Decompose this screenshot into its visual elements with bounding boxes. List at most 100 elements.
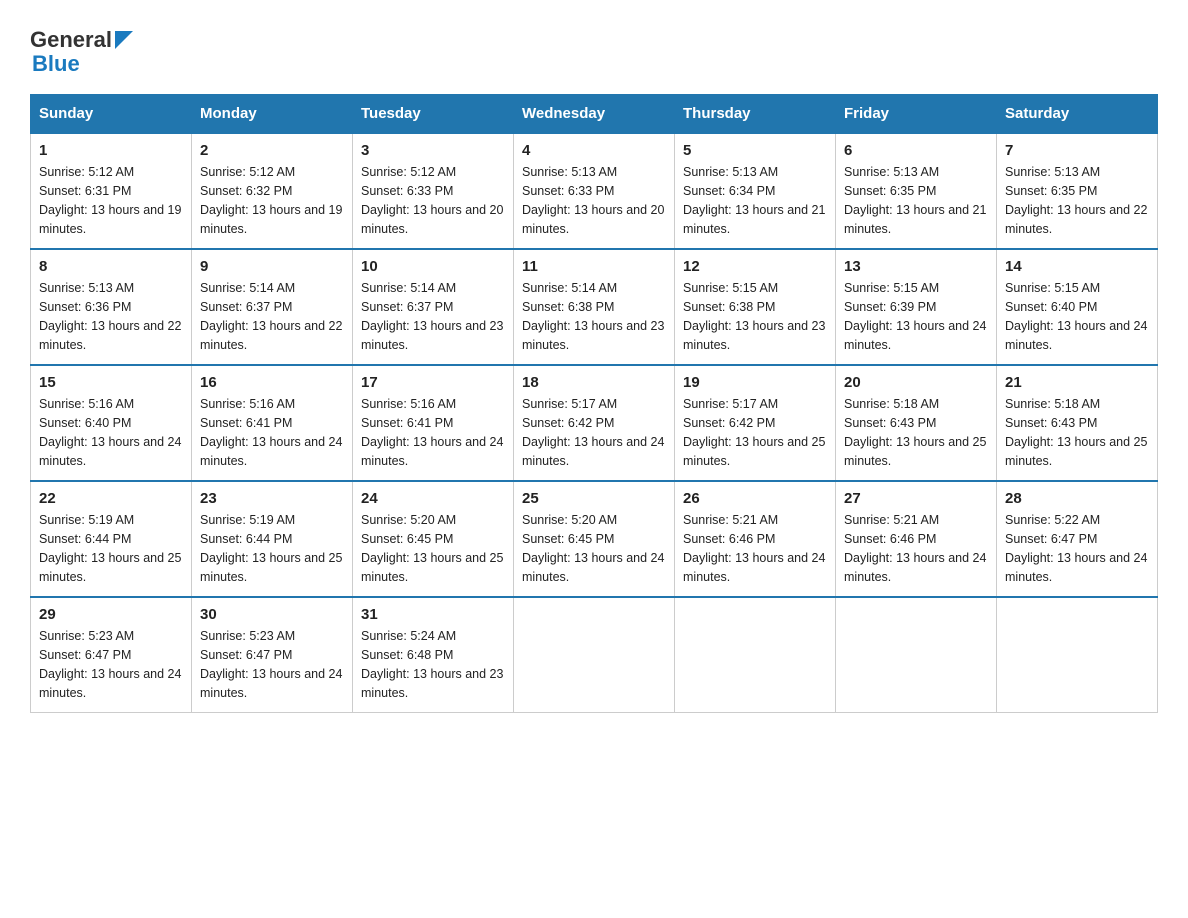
calendar-cell xyxy=(514,597,675,713)
day-info: Sunrise: 5:21 AMSunset: 6:46 PMDaylight:… xyxy=(844,511,988,586)
day-number: 5 xyxy=(683,142,827,159)
day-number: 18 xyxy=(522,374,666,391)
day-number: 10 xyxy=(361,258,505,275)
calendar-cell: 30 Sunrise: 5:23 AMSunset: 6:47 PMDayligh… xyxy=(192,597,353,713)
day-number: 9 xyxy=(200,258,344,275)
calendar-week-2: 8Sunrise: 5:13 AMSunset: 6:36 PMDaylight… xyxy=(31,249,1158,365)
calendar-cell: 24 Sunrise: 5:20 AMSunset: 6:45 PMDayligh… xyxy=(353,481,514,597)
day-number: 13 xyxy=(844,258,988,275)
day-info: Sunrise: 5:21 AMSunset: 6:46 PMDaylight:… xyxy=(683,511,827,586)
calendar-header-wednesday: Wednesday xyxy=(514,95,675,134)
day-number: 21 xyxy=(1005,374,1149,391)
day-number: 8 xyxy=(39,258,183,275)
day-info: Sunrise: 5:16 AMSunset: 6:41 PMDaylight:… xyxy=(361,395,505,470)
day-number: 3 xyxy=(361,142,505,159)
day-number: 1 xyxy=(39,142,183,159)
day-info: Sunrise: 5:15 AMSunset: 6:38 PMDaylight:… xyxy=(683,279,827,354)
day-info: Sunrise: 5:18 AMSunset: 6:43 PMDaylight:… xyxy=(1005,395,1149,470)
day-number: 11 xyxy=(522,258,666,275)
day-number: 7 xyxy=(1005,142,1149,159)
day-info: Sunrise: 5:18 AMSunset: 6:43 PMDaylight:… xyxy=(844,395,988,470)
calendar-header-friday: Friday xyxy=(836,95,997,134)
day-info: Sunrise: 5:19 AMSunset: 6:44 PMDaylight:… xyxy=(39,511,183,586)
day-info: Sunrise: 5:15 AMSunset: 6:39 PMDaylight:… xyxy=(844,279,988,354)
calendar-cell: 20 Sunrise: 5:18 AMSunset: 6:43 PMDayligh… xyxy=(836,365,997,481)
day-info: Sunrise: 5:14 AMSunset: 6:37 PMDaylight:… xyxy=(200,279,344,354)
day-info: Sunrise: 5:17 AMSunset: 6:42 PMDaylight:… xyxy=(683,395,827,470)
day-info: Sunrise: 5:20 AMSunset: 6:45 PMDaylight:… xyxy=(361,511,505,586)
calendar-cell: 16 Sunrise: 5:16 AMSunset: 6:41 PMDayligh… xyxy=(192,365,353,481)
day-number: 22 xyxy=(39,490,183,507)
day-info: Sunrise: 5:12 AMSunset: 6:31 PMDaylight:… xyxy=(39,163,183,238)
calendar-cell: 7Sunrise: 5:13 AMSunset: 6:35 PMDaylight… xyxy=(997,133,1158,249)
calendar-cell: 2Sunrise: 5:12 AMSunset: 6:32 PMDaylight… xyxy=(192,133,353,249)
calendar-table: SundayMondayTuesdayWednesdayThursdayFrid… xyxy=(30,94,1158,713)
logo-general-text: General xyxy=(30,28,112,52)
day-number: 17 xyxy=(361,374,505,391)
calendar-header-sunday: Sunday xyxy=(31,95,192,134)
page-header: General Blue xyxy=(30,20,1158,76)
calendar-cell: 11Sunrise: 5:14 AMSunset: 6:38 PMDayligh… xyxy=(514,249,675,365)
day-info: Sunrise: 5:13 AMSunset: 6:33 PMDaylight:… xyxy=(522,163,666,238)
calendar-cell: 23 Sunrise: 5:19 AMSunset: 6:44 PMDayligh… xyxy=(192,481,353,597)
calendar-cell: 29Sunrise: 5:23 AMSunset: 6:47 PMDayligh… xyxy=(31,597,192,713)
day-info: Sunrise: 5:15 AMSunset: 6:40 PMDaylight:… xyxy=(1005,279,1149,354)
calendar-cell xyxy=(675,597,836,713)
calendar-cell: 18 Sunrise: 5:17 AMSunset: 6:42 PMDayligh… xyxy=(514,365,675,481)
day-info: Sunrise: 5:16 AMSunset: 6:40 PMDaylight:… xyxy=(39,395,183,470)
calendar-header-row: SundayMondayTuesdayWednesdayThursdayFrid… xyxy=(31,95,1158,134)
day-number: 24 xyxy=(361,490,505,507)
calendar-cell: 10 Sunrise: 5:14 AMSunset: 6:37 PMDayligh… xyxy=(353,249,514,365)
day-number: 15 xyxy=(39,374,183,391)
day-info: Sunrise: 5:19 AMSunset: 6:44 PMDaylight:… xyxy=(200,511,344,586)
calendar-cell: 12 Sunrise: 5:15 AMSunset: 6:38 PMDayligh… xyxy=(675,249,836,365)
day-number: 31 xyxy=(361,606,505,623)
calendar-cell: 6 Sunrise: 5:13 AMSunset: 6:35 PMDaylight… xyxy=(836,133,997,249)
calendar-cell xyxy=(997,597,1158,713)
day-info: Sunrise: 5:24 AMSunset: 6:48 PMDaylight:… xyxy=(361,627,505,702)
calendar-cell: 31 Sunrise: 5:24 AMSunset: 6:48 PMDayligh… xyxy=(353,597,514,713)
day-info: Sunrise: 5:13 AMSunset: 6:35 PMDaylight:… xyxy=(844,163,988,238)
logo-wordmark: General Blue xyxy=(30,28,133,76)
calendar-cell: 15 Sunrise: 5:16 AMSunset: 6:40 PMDayligh… xyxy=(31,365,192,481)
calendar-cell: 19 Sunrise: 5:17 AMSunset: 6:42 PMDayligh… xyxy=(675,365,836,481)
calendar-cell: 27 Sunrise: 5:21 AMSunset: 6:46 PMDayligh… xyxy=(836,481,997,597)
day-info: Sunrise: 5:14 AMSunset: 6:37 PMDaylight:… xyxy=(361,279,505,354)
calendar-cell: 14 Sunrise: 5:15 AMSunset: 6:40 PMDayligh… xyxy=(997,249,1158,365)
day-info: Sunrise: 5:20 AMSunset: 6:45 PMDaylight:… xyxy=(522,511,666,586)
calendar-week-4: 22 Sunrise: 5:19 AMSunset: 6:44 PMDayligh… xyxy=(31,481,1158,597)
day-number: 28 xyxy=(1005,490,1149,507)
day-number: 27 xyxy=(844,490,988,507)
calendar-cell xyxy=(836,597,997,713)
day-number: 16 xyxy=(200,374,344,391)
calendar-cell: 25 Sunrise: 5:20 AMSunset: 6:45 PMDayligh… xyxy=(514,481,675,597)
calendar-cell: 21 Sunrise: 5:18 AMSunset: 6:43 PMDayligh… xyxy=(997,365,1158,481)
day-number: 19 xyxy=(683,374,827,391)
day-info: Sunrise: 5:22 AMSunset: 6:47 PMDaylight:… xyxy=(1005,511,1149,586)
day-info: Sunrise: 5:12 AMSunset: 6:32 PMDaylight:… xyxy=(200,163,344,238)
day-number: 12 xyxy=(683,258,827,275)
calendar-cell: 8Sunrise: 5:13 AMSunset: 6:36 PMDaylight… xyxy=(31,249,192,365)
day-number: 30 xyxy=(200,606,344,623)
day-number: 26 xyxy=(683,490,827,507)
calendar-cell: 13 Sunrise: 5:15 AMSunset: 6:39 PMDayligh… xyxy=(836,249,997,365)
day-number: 6 xyxy=(844,142,988,159)
day-info: Sunrise: 5:23 AMSunset: 6:47 PMDaylight:… xyxy=(200,627,344,702)
calendar-header-saturday: Saturday xyxy=(997,95,1158,134)
day-info: Sunrise: 5:17 AMSunset: 6:42 PMDaylight:… xyxy=(522,395,666,470)
day-number: 14 xyxy=(1005,258,1149,275)
calendar-cell: 22 Sunrise: 5:19 AMSunset: 6:44 PMDayligh… xyxy=(31,481,192,597)
day-info: Sunrise: 5:12 AMSunset: 6:33 PMDaylight:… xyxy=(361,163,505,238)
day-number: 25 xyxy=(522,490,666,507)
logo: General Blue xyxy=(30,28,133,76)
calendar-cell: 1 Sunrise: 5:12 AMSunset: 6:31 PMDaylight… xyxy=(31,133,192,249)
calendar-cell: 9 Sunrise: 5:14 AMSunset: 6:37 PMDaylight… xyxy=(192,249,353,365)
calendar-week-3: 15 Sunrise: 5:16 AMSunset: 6:40 PMDayligh… xyxy=(31,365,1158,481)
day-number: 20 xyxy=(844,374,988,391)
day-number: 4 xyxy=(522,142,666,159)
calendar-header-tuesday: Tuesday xyxy=(353,95,514,134)
day-info: Sunrise: 5:16 AMSunset: 6:41 PMDaylight:… xyxy=(200,395,344,470)
day-number: 23 xyxy=(200,490,344,507)
logo-blue-text: Blue xyxy=(32,52,133,76)
calendar-header-monday: Monday xyxy=(192,95,353,134)
